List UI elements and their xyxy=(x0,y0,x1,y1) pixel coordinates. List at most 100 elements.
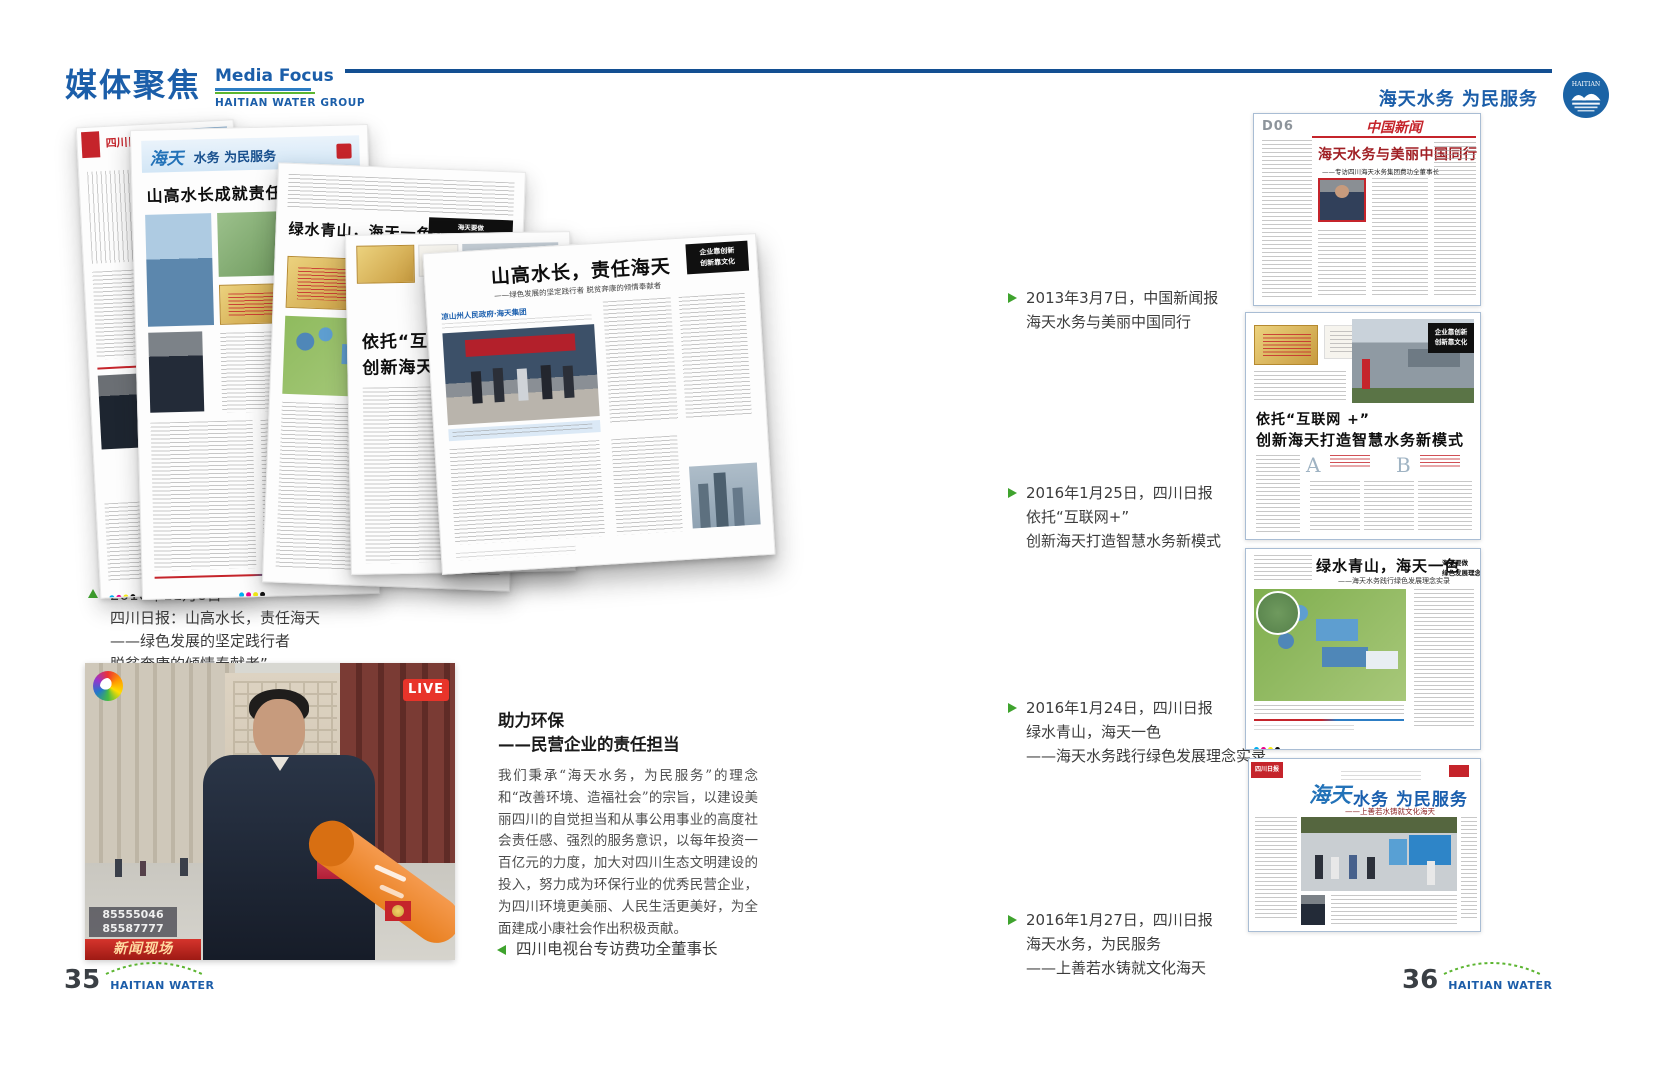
micro-text xyxy=(1372,178,1428,296)
divider-blue xyxy=(215,88,311,91)
caption-line: 四川日报：山高水长，责任海天 xyxy=(110,607,320,630)
micro-text xyxy=(1434,142,1476,298)
micro-text xyxy=(611,435,683,535)
corner-box: 企业靠创新 创新靠文化 xyxy=(685,241,749,275)
news-program-banner: 新闻现场 xyxy=(85,939,201,960)
footer-brand: HAITIAN WATER xyxy=(1448,979,1552,992)
bullet-line: 2016年1月27日，四川日报 xyxy=(1026,908,1213,932)
cityscape-photo xyxy=(689,462,761,528)
page-code: D06 xyxy=(1262,119,1294,134)
tagline-line: 绿色发展理念的坚定实践者 xyxy=(1442,567,1481,577)
thumb-subtitle: ——海天水务践行绿色发展理念实录 xyxy=(1338,576,1450,586)
micro-text xyxy=(1414,589,1474,729)
portrait-photo xyxy=(1301,895,1325,925)
micro-text xyxy=(1318,230,1366,298)
micro-text xyxy=(1331,895,1457,925)
newspaper-fan: 四川日报 海天 水务 为民服务 山高水长成就责任海天 xyxy=(80,115,780,595)
micro-text xyxy=(1310,481,1360,533)
micro-text xyxy=(1461,817,1477,919)
stage-photo xyxy=(442,324,599,425)
page-number: 36 xyxy=(1402,967,1438,993)
page-title: 媒体聚焦 xyxy=(65,60,201,106)
footer-arc-icon xyxy=(1442,960,1542,976)
caption-text: 四川电视台专访费功全董事长 xyxy=(516,938,718,961)
thumb-subtitle: ——专访四川海天水务集团费功全董事长 xyxy=(1322,166,1439,176)
micro-text xyxy=(1254,705,1404,715)
china-news-masthead: 中国新闻 xyxy=(1366,117,1422,137)
header-subtitle: HAITIAN WATER GROUP xyxy=(215,97,365,109)
micro-text xyxy=(1341,771,1421,781)
caption-arrow-icon xyxy=(88,589,98,598)
bullet-item-2: 2016年1月25日，四川日报 依托“互联网+” 创新海天打造智慧水务新模式 xyxy=(1008,481,1221,553)
micro-text xyxy=(456,546,576,561)
tagline-line: 海天要做 xyxy=(1442,557,1481,567)
thumb-china-news: D06 中国新闻 海天水务与美丽中国同行 ——专访四川海天水务集团费功全董事长 xyxy=(1253,113,1481,306)
caption-line: ——绿色发展的坚定践行者 xyxy=(110,630,320,653)
footer-left: 35 HAITIAN WATER xyxy=(64,962,214,993)
red-seal xyxy=(336,143,351,158)
bullet-line: 海天水务与美丽中国同行 xyxy=(1026,310,1218,334)
micro-text-red xyxy=(1330,455,1370,469)
divider-green xyxy=(215,92,315,94)
micro-text-red xyxy=(1420,455,1460,469)
emblem-sign xyxy=(385,901,411,921)
sichuan-daily-masthead: 四川日报 xyxy=(1251,762,1283,778)
thumb-subtitle: ——上善若水铸就文化海天 xyxy=(1345,806,1435,817)
thumb-headline-line2: 创新海天打造智慧水务新模式 xyxy=(1256,429,1464,450)
section-marker-b: B xyxy=(1396,453,1411,477)
brand-rest: 水务 为民服务 xyxy=(193,145,276,166)
footer-brand: HAITIAN WATER xyxy=(110,979,214,992)
phone-line2: 85587777 xyxy=(89,922,177,936)
bullet-line: 依托“互联网+” xyxy=(1026,505,1221,529)
brand-script: 海天 xyxy=(149,144,184,170)
red-flag-box xyxy=(1449,765,1469,777)
page-number: 35 xyxy=(64,967,100,993)
bullet-line: 海天水务，为民服务 xyxy=(1026,932,1213,956)
micro-text xyxy=(1255,817,1297,919)
thumb-culture: 四川日报 海天 水务 为民服务 ——上善若水铸就文化海天 xyxy=(1248,758,1481,932)
masthead-rule xyxy=(1312,136,1476,138)
bullet-item-3: 2016年1月24日，四川日报 绿水青山，海天一色 ——海天水务践行绿色发展理念… xyxy=(1008,696,1266,768)
fan-card-front: 山高水长，责任海天 ——绿色发展的坚定践行者 脱贫奔康的倾情奉献者 企业靠创新 … xyxy=(422,233,775,575)
print-dots xyxy=(109,584,138,599)
micro-text xyxy=(603,297,678,423)
divider xyxy=(1254,719,1404,721)
brand-script: 海天 xyxy=(1309,779,1351,809)
bullet-line: ——海天水务践行绿色发展理念实录 xyxy=(1026,744,1266,768)
bullet-line: 绿水青山，海天一色 xyxy=(1026,720,1266,744)
aerial-photo xyxy=(1254,589,1406,701)
bullet-line: 创新海天打造智慧水务新模式 xyxy=(1026,529,1221,553)
page-title-en: Media Focus xyxy=(215,66,334,86)
bullet-arrow-icon xyxy=(1008,703,1017,713)
tv-interview-photo: LIVE 85555046 85587777 新闻现场 xyxy=(85,663,455,960)
article-title-line2: ——民营企业的责任担当 xyxy=(498,733,758,757)
section-marker-a: A xyxy=(1306,453,1320,477)
corner-line: 创新靠文化 xyxy=(686,256,749,271)
bullet-item-1: 2013年3月7日，中国新闻报 海天水务与美丽中国同行 xyxy=(1008,286,1218,334)
tv-channel-logo-icon xyxy=(93,671,123,701)
logo-wordmark: HAITIAN xyxy=(1572,81,1601,88)
bullet-arrow-icon xyxy=(1008,915,1017,925)
phone-numbers: 85555046 85587777 xyxy=(89,907,177,937)
aerial-photo-small xyxy=(217,211,283,277)
micro-text xyxy=(1254,725,1354,733)
micro-text xyxy=(151,420,257,571)
event-photo xyxy=(1301,817,1457,891)
article-body: 我们秉承“海天水务，为民服务”的理念和“改善环境、造福社会”的宗旨，以建设美丽四… xyxy=(498,766,758,940)
article-block: 助力环保 ——民营企业的责任担当 我们秉承“海天水务，为民服务”的理念和“改善环… xyxy=(498,709,758,940)
phone-line1: 85555046 xyxy=(89,908,177,922)
masthead-red-box xyxy=(81,131,100,158)
corner-line: 创新靠文化 xyxy=(1428,337,1474,347)
plaque-photo xyxy=(1254,325,1318,365)
thumb-green: 绿水青山，海天一色 ——海天水务践行绿色发展理念实录 海天要做 绿色发展理念的坚… xyxy=(1245,548,1481,750)
micro-text xyxy=(1364,481,1414,533)
interviewee-face xyxy=(253,699,305,761)
brand-slogan: 海天水务 为民服务 xyxy=(1350,85,1538,111)
tagline: 海天要做 绿色发展理念的坚定实践者 xyxy=(1442,557,1481,587)
bullet-arrow-icon xyxy=(1008,488,1017,498)
live-badge: LIVE xyxy=(403,679,449,701)
bullet-item-4: 2016年1月27日，四川日报 海天水务，为民服务 ——上善若水铸就文化海天 xyxy=(1008,908,1213,980)
article-title-line1: 助力环保 xyxy=(498,709,758,733)
pedestrian xyxy=(180,858,188,876)
bullet-line: 2016年1月25日，四川日报 xyxy=(1026,481,1221,505)
